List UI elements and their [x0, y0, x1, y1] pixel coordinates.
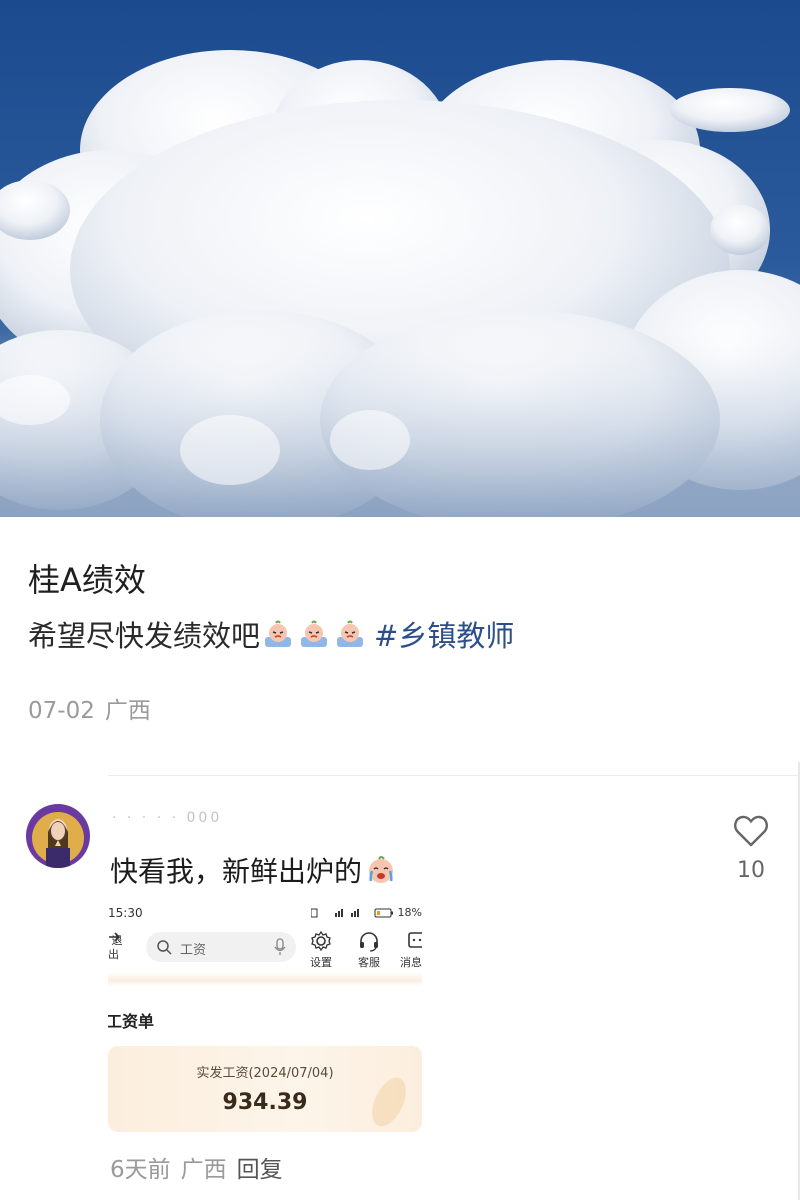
message-button[interactable]: 消息 — [400, 930, 422, 970]
decorative-leaf-icon — [372, 1077, 406, 1127]
message-label: 消息 — [400, 956, 422, 969]
settings-gear-icon — [311, 930, 331, 952]
avatar[interactable] — [26, 804, 90, 868]
status-time: 15:30 — [108, 906, 143, 920]
post-title: 桂A绩效 — [28, 561, 146, 599]
post-location: 广西 — [104, 698, 151, 724]
service-label: 客服 — [358, 956, 380, 969]
payslip-title: 工资单 — [108, 1012, 155, 1031]
pay-card[interactable]: 实发工资(2024/07/04) 934.39 — [108, 1046, 422, 1132]
settings-label: 设置 — [310, 956, 332, 969]
exit-button[interactable]: 退出 — [108, 930, 126, 962]
like-button[interactable]: 10 — [730, 814, 772, 883]
comment-username[interactable]: · · · · · 000 — [112, 810, 222, 826]
like-count: 10 — [737, 858, 765, 883]
comment-location: 广西 — [180, 1157, 227, 1183]
post-image-sky[interactable] — [0, 0, 800, 517]
headset-icon — [360, 932, 378, 952]
post-meta: 07-02 广西 — [28, 691, 151, 725]
comment-text-content: 快看我，新鲜出炉的 — [110, 855, 363, 888]
post-date: 07-02 — [28, 698, 95, 724]
search-icon — [157, 940, 172, 955]
battery-icon — [374, 908, 394, 918]
screenshot-toolbar: 退出 工资 设置 客服 消息 — [108, 930, 422, 974]
service-button[interactable]: 客服 — [352, 930, 386, 970]
mic-icon — [274, 938, 286, 955]
hashtag-link[interactable]: #乡镇教师 — [374, 613, 514, 655]
laughing-crying-emoji-icon — [369, 856, 394, 883]
search-placeholder: 工资 — [180, 943, 207, 958]
decorative-band — [108, 972, 422, 986]
message-icon — [408, 932, 422, 948]
post-body: 希望尽快发绩效吧 #乡镇教师 — [28, 613, 514, 655]
comment-meta: 6天前 广西 回复 — [110, 1150, 283, 1184]
sky-clouds-image — [0, 0, 800, 517]
battery-percent: 18% — [397, 906, 422, 919]
crying-emoji-icon — [337, 620, 364, 647]
comment-text: 快看我，新鲜出炉的 — [110, 850, 398, 890]
search-input[interactable]: 工资 — [146, 932, 296, 962]
reply-button[interactable]: 回复 — [237, 1157, 283, 1183]
comment-time: 6天前 — [110, 1157, 171, 1183]
crying-emoji-icon — [265, 620, 292, 647]
settings-button[interactable]: 设置 — [304, 930, 338, 970]
avatar-image — [26, 804, 90, 868]
heart-icon — [734, 815, 768, 847]
comment: · · · · · 000 快看我，新鲜出炉的 10 15:30 18% 退出 … — [0, 776, 800, 1200]
comment-image-screenshot[interactable]: 15:30 18% 退出 工资 设置 客服 消息 工资单 实发工资(2024/0… — [108, 902, 422, 1132]
status-battery: 18% — [310, 906, 422, 919]
post-body-text: 希望尽快发绩效吧 — [28, 619, 261, 653]
signal-icon — [310, 908, 359, 918]
crying-emoji-icon — [301, 620, 328, 647]
